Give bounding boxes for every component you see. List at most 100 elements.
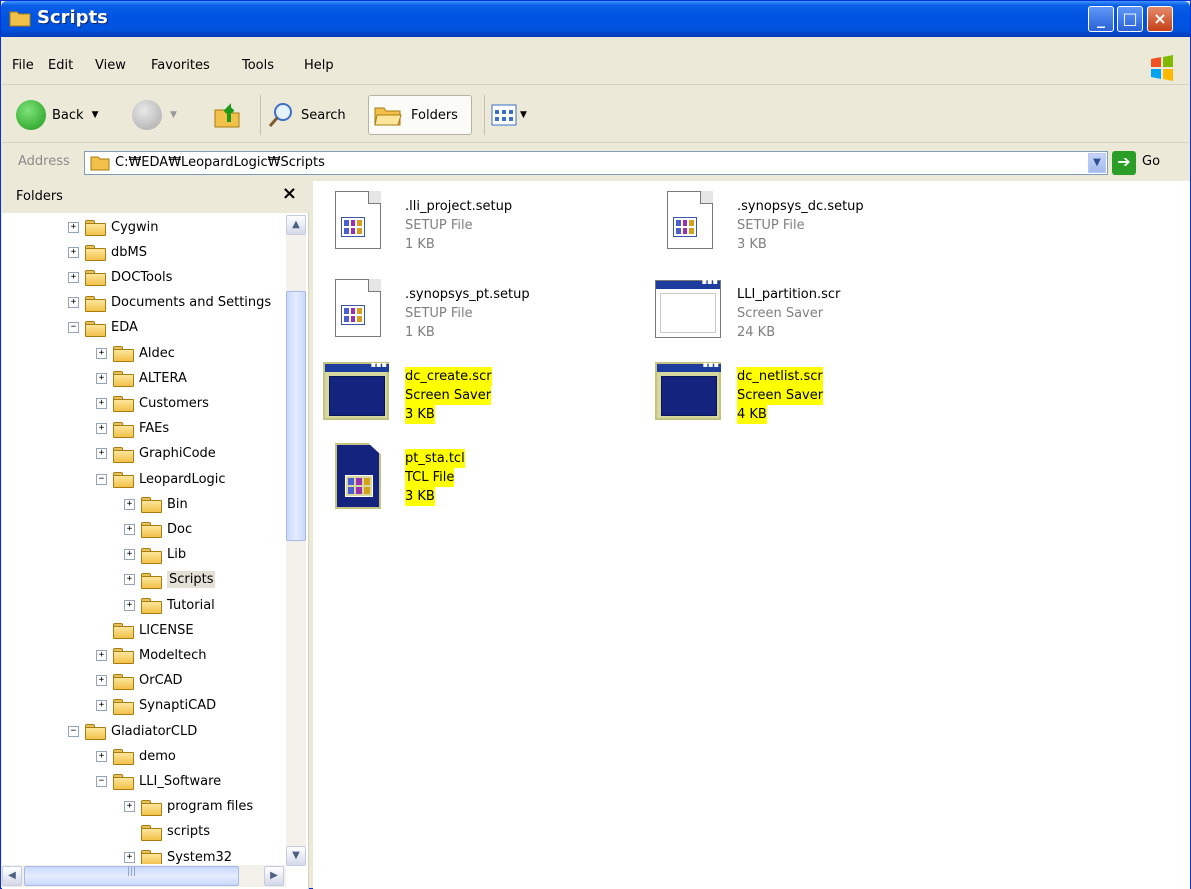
- expand-icon[interactable]: +: [96, 397, 107, 409]
- folder-icon: [113, 647, 134, 665]
- menu-view[interactable]: View: [95, 58, 126, 73]
- minimize-button[interactable]: _: [1088, 6, 1114, 32]
- tree-node[interactable]: + System32: [124, 846, 232, 864]
- tcl-file-icon: [321, 439, 389, 513]
- menu-file[interactable]: File: [12, 58, 34, 73]
- scroll-right-icon[interactable]: ▶: [264, 866, 284, 886]
- tree-node[interactable]: LICENSE: [96, 619, 194, 641]
- close-button[interactable]: ×: [1147, 6, 1173, 32]
- file-details: .synopsys_dc.setup SETUP File 3 KB: [737, 197, 864, 254]
- tree-node[interactable]: + SynaptiCAD: [96, 695, 216, 717]
- expand-icon[interactable]: +: [68, 246, 79, 258]
- tree-node[interactable]: + GraphiCode: [96, 443, 216, 465]
- go-button[interactable]: Go: [1142, 154, 1160, 169]
- folders-close-icon[interactable]: ×: [282, 183, 297, 204]
- file-item[interactable]: dc_create.scrScreen Saver3 KB: [321, 357, 621, 433]
- expand-icon[interactable]: +: [124, 801, 135, 813]
- folder-tree-vertical-scrollbar[interactable]: ▲ ▼: [286, 215, 306, 866]
- tree-node[interactable]: + demo: [96, 745, 176, 767]
- expand-icon[interactable]: +: [68, 221, 79, 233]
- tree-node-label: Modeltech: [139, 647, 207, 663]
- up-folder-button[interactable]: [212, 95, 242, 135]
- expand-icon[interactable]: +: [96, 448, 107, 460]
- expand-icon[interactable]: +: [68, 271, 79, 283]
- tree-node[interactable]: scripts: [124, 821, 210, 843]
- tree-node[interactable]: + DOCTools: [68, 266, 172, 288]
- expand-icon[interactable]: +: [68, 297, 79, 309]
- views-button[interactable]: ▼: [484, 95, 527, 135]
- tree-node-label: scripts: [167, 824, 210, 840]
- folders-button[interactable]: Folders: [368, 95, 472, 135]
- expand-icon[interactable]: +: [96, 750, 107, 762]
- expand-icon[interactable]: +: [124, 599, 135, 611]
- collapse-icon[interactable]: −: [68, 322, 79, 334]
- tree-node[interactable]: + Aldec: [96, 342, 175, 364]
- search-icon: [268, 103, 292, 127]
- tree-node[interactable]: − EDA: [68, 317, 138, 339]
- search-button[interactable]: Search: [260, 95, 346, 135]
- file-item[interactable]: .synopsys_pt.setup SETUP File 1 KB: [321, 275, 621, 351]
- tree-node[interactable]: − GladiatorCLD: [68, 720, 197, 742]
- scroll-down-icon[interactable]: ▼: [286, 846, 306, 866]
- tree-node-label: Aldec: [139, 345, 175, 361]
- tree-node[interactable]: + Bin: [124, 493, 188, 515]
- expand-icon[interactable]: +: [124, 498, 135, 510]
- menu-help[interactable]: Help: [304, 58, 334, 73]
- expand-icon[interactable]: +: [124, 523, 135, 535]
- folder-tree-horizontal-scrollbar[interactable]: ◀ ||| ▶: [2, 865, 286, 887]
- address-bar: Address C:₩EDA₩LeopardLogic₩Scripts ▼ ➔ …: [2, 146, 1189, 180]
- collapse-icon[interactable]: −: [96, 473, 107, 485]
- scroll-thumb[interactable]: [286, 291, 306, 541]
- expand-icon[interactable]: +: [96, 372, 107, 384]
- expand-icon[interactable]: +: [96, 423, 107, 435]
- file-details: .lli_project.setup SETUP File 1 KB: [405, 197, 512, 254]
- tree-node[interactable]: + Documents and Settings: [68, 292, 271, 314]
- menu-tools[interactable]: Tools: [242, 58, 274, 73]
- title-bar[interactable]: Scripts _ □ ×: [1, 1, 1190, 37]
- scroll-up-icon[interactable]: ▲: [286, 215, 306, 235]
- address-dropdown-button[interactable]: ▼: [1088, 153, 1106, 173]
- folder-icon: [141, 824, 162, 841]
- tree-node[interactable]: + Cygwin: [68, 216, 159, 238]
- collapse-icon[interactable]: −: [68, 725, 79, 737]
- tree-node[interactable]: + Customers: [96, 392, 209, 414]
- maximize-button[interactable]: □: [1117, 6, 1143, 32]
- file-item[interactable]: .lli_project.setup SETUP File 1 KB: [321, 187, 621, 263]
- scroll-left-icon[interactable]: ◀: [2, 866, 22, 886]
- expand-icon[interactable]: +: [96, 675, 107, 687]
- tree-node[interactable]: + Lib: [124, 544, 186, 566]
- tree-node[interactable]: + OrCAD: [96, 670, 183, 692]
- go-arrow-icon[interactable]: ➔: [1112, 151, 1136, 175]
- expand-icon[interactable]: +: [96, 700, 107, 712]
- expand-icon[interactable]: +: [96, 649, 107, 661]
- explorer-window: Scripts _ □ × File Edit View Favorites T…: [0, 0, 1191, 889]
- tree-node[interactable]: + Tutorial: [124, 594, 215, 616]
- tree-node[interactable]: − LeopardLogic: [96, 468, 226, 490]
- tree-node[interactable]: + program files: [124, 796, 253, 818]
- back-button[interactable]: Back ▼: [16, 95, 98, 135]
- expand-icon[interactable]: +: [96, 347, 107, 359]
- tree-node[interactable]: + ALTERA: [96, 367, 187, 389]
- address-input[interactable]: C:₩EDA₩LeopardLogic₩Scripts ▼: [84, 151, 1108, 175]
- tree-node[interactable]: − LLI_Software: [96, 770, 221, 792]
- expand-icon[interactable]: +: [124, 549, 135, 561]
- file-item[interactable]: dc_netlist.scrScreen Saver4 KB: [653, 357, 953, 433]
- collapse-icon[interactable]: −: [96, 775, 107, 787]
- forward-button[interactable]: ▼: [132, 95, 177, 135]
- expand-icon[interactable]: +: [124, 574, 135, 586]
- tree-node[interactable]: + Scripts: [124, 569, 216, 591]
- scroll-thumb-horizontal[interactable]: |||: [24, 866, 239, 886]
- tree-node[interactable]: + Doc: [124, 518, 192, 540]
- tree-node[interactable]: + dbMS: [68, 241, 147, 263]
- file-item[interactable]: LLI_partition.scr Screen Saver 24 KB: [653, 275, 953, 351]
- menu-edit[interactable]: Edit: [48, 58, 73, 73]
- tree-node[interactable]: + FAEs: [96, 418, 169, 440]
- tree-node-label: Customers: [139, 395, 209, 411]
- file-item[interactable]: pt_sta.tcl TCL File 3 KB: [321, 439, 621, 515]
- file-item[interactable]: .synopsys_dc.setup SETUP File 3 KB: [653, 187, 953, 263]
- file-size: 1 KB: [405, 237, 435, 252]
- menu-favorites[interactable]: Favorites: [151, 58, 210, 73]
- tree-node[interactable]: + Modeltech: [96, 644, 207, 666]
- expand-icon[interactable]: +: [124, 851, 135, 863]
